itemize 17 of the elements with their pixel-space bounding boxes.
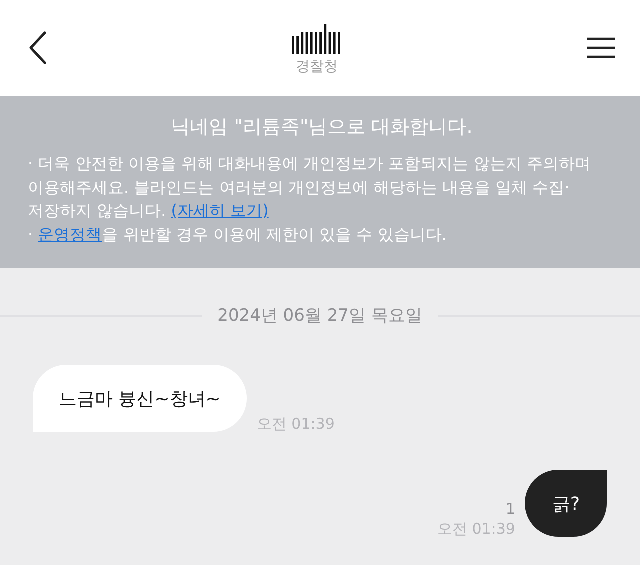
notice-title: 닉네임 "리튬족"님으로 대화합니다. xyxy=(170,115,474,140)
sent-message: 긁? xyxy=(525,470,607,537)
received-message: 느금마 븅신~창녀~ xyxy=(33,365,247,432)
unread-count: 1 xyxy=(506,500,516,518)
channel-name: 경찰청 xyxy=(296,58,338,76)
notice-text: · 더욱 안전한 이용을 위해 대화내용에 개인정보가 포함되지는 않는지 주의하며 이용해주세요. 블라인드는 여러분의 개인정보에 해당하는 내용을 일체 수집·저장하지 않습니다. (자세히 보기) xyxy=(28,153,592,222)
notice-link[interactable]: (자세히 보기) xyxy=(171,201,269,220)
notice-link[interactable]: 운영정책 xyxy=(38,224,102,244)
back-icon xyxy=(28,31,48,65)
message-time: 오전 01:39 xyxy=(256,415,335,434)
back-button[interactable] xyxy=(28,31,48,65)
logo-icon xyxy=(291,24,343,54)
menu-icon xyxy=(586,37,616,59)
notice-text: · 운영정책을 위반할 경우 이용에 제한이 있을 수 있습니다. xyxy=(28,224,448,246)
date-separator: 2024년 06월 27일 목요일 xyxy=(218,305,422,327)
message-time: 오전 01:39 xyxy=(437,520,516,539)
menu-button[interactable] xyxy=(586,37,616,59)
